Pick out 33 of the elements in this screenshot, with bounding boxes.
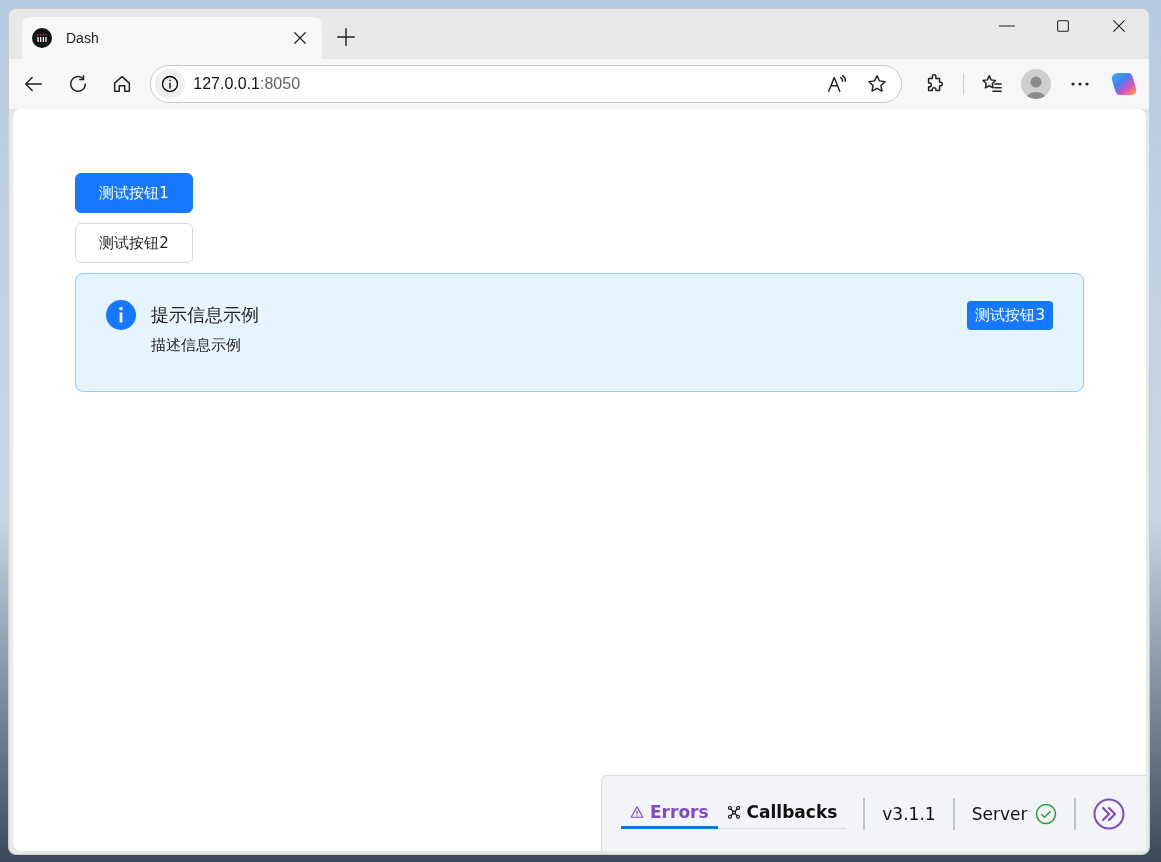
avatar-icon bbox=[1021, 69, 1052, 99]
app-logo-icon bbox=[32, 28, 52, 48]
star-icon bbox=[866, 73, 889, 95]
alert-title: 提示信息示例 bbox=[151, 303, 260, 327]
network-nodes-icon bbox=[726, 805, 741, 819]
version-text: v3.1.1 bbox=[882, 803, 936, 824]
minimize-icon bbox=[999, 25, 1015, 27]
site-info-button[interactable] bbox=[155, 69, 186, 99]
alert-action-button[interactable]: 测试按钮3 bbox=[967, 300, 1053, 330]
maximize-icon bbox=[1055, 18, 1071, 34]
close-icon bbox=[291, 29, 309, 47]
double-chevron-icon bbox=[1093, 797, 1126, 830]
browser-tab[interactable]: Dash bbox=[22, 17, 322, 59]
expand-button[interactable] bbox=[1093, 797, 1126, 830]
test-button[interactable]: 测试按钮1 bbox=[75, 173, 193, 213]
copilot-logo-icon bbox=[1109, 70, 1138, 98]
more-icon bbox=[1070, 82, 1089, 86]
read-aloud-icon bbox=[826, 73, 849, 95]
warning-icon bbox=[630, 805, 644, 819]
info-icon bbox=[106, 300, 136, 330]
dev-tools-tab[interactable]: Callbacks bbox=[717, 798, 847, 829]
tab-title: Dash bbox=[66, 30, 100, 46]
alert-description: 描述信息示例 bbox=[151, 336, 242, 355]
address-bar[interactable]: 127.0.0.1:8050 bbox=[150, 65, 903, 103]
url-text: 127.0.0.1:8050 bbox=[193, 75, 302, 93]
close-icon bbox=[1111, 18, 1127, 34]
dev-tools-tab[interactable]: Errors bbox=[621, 798, 718, 829]
star-list-icon bbox=[981, 73, 1004, 95]
plus-icon bbox=[335, 26, 357, 48]
test-button[interactable]: 测试按钮2 bbox=[75, 223, 193, 263]
profile-button[interactable] bbox=[1020, 68, 1052, 100]
server-status-text: Server bbox=[971, 803, 1028, 824]
info-icon bbox=[160, 74, 181, 94]
